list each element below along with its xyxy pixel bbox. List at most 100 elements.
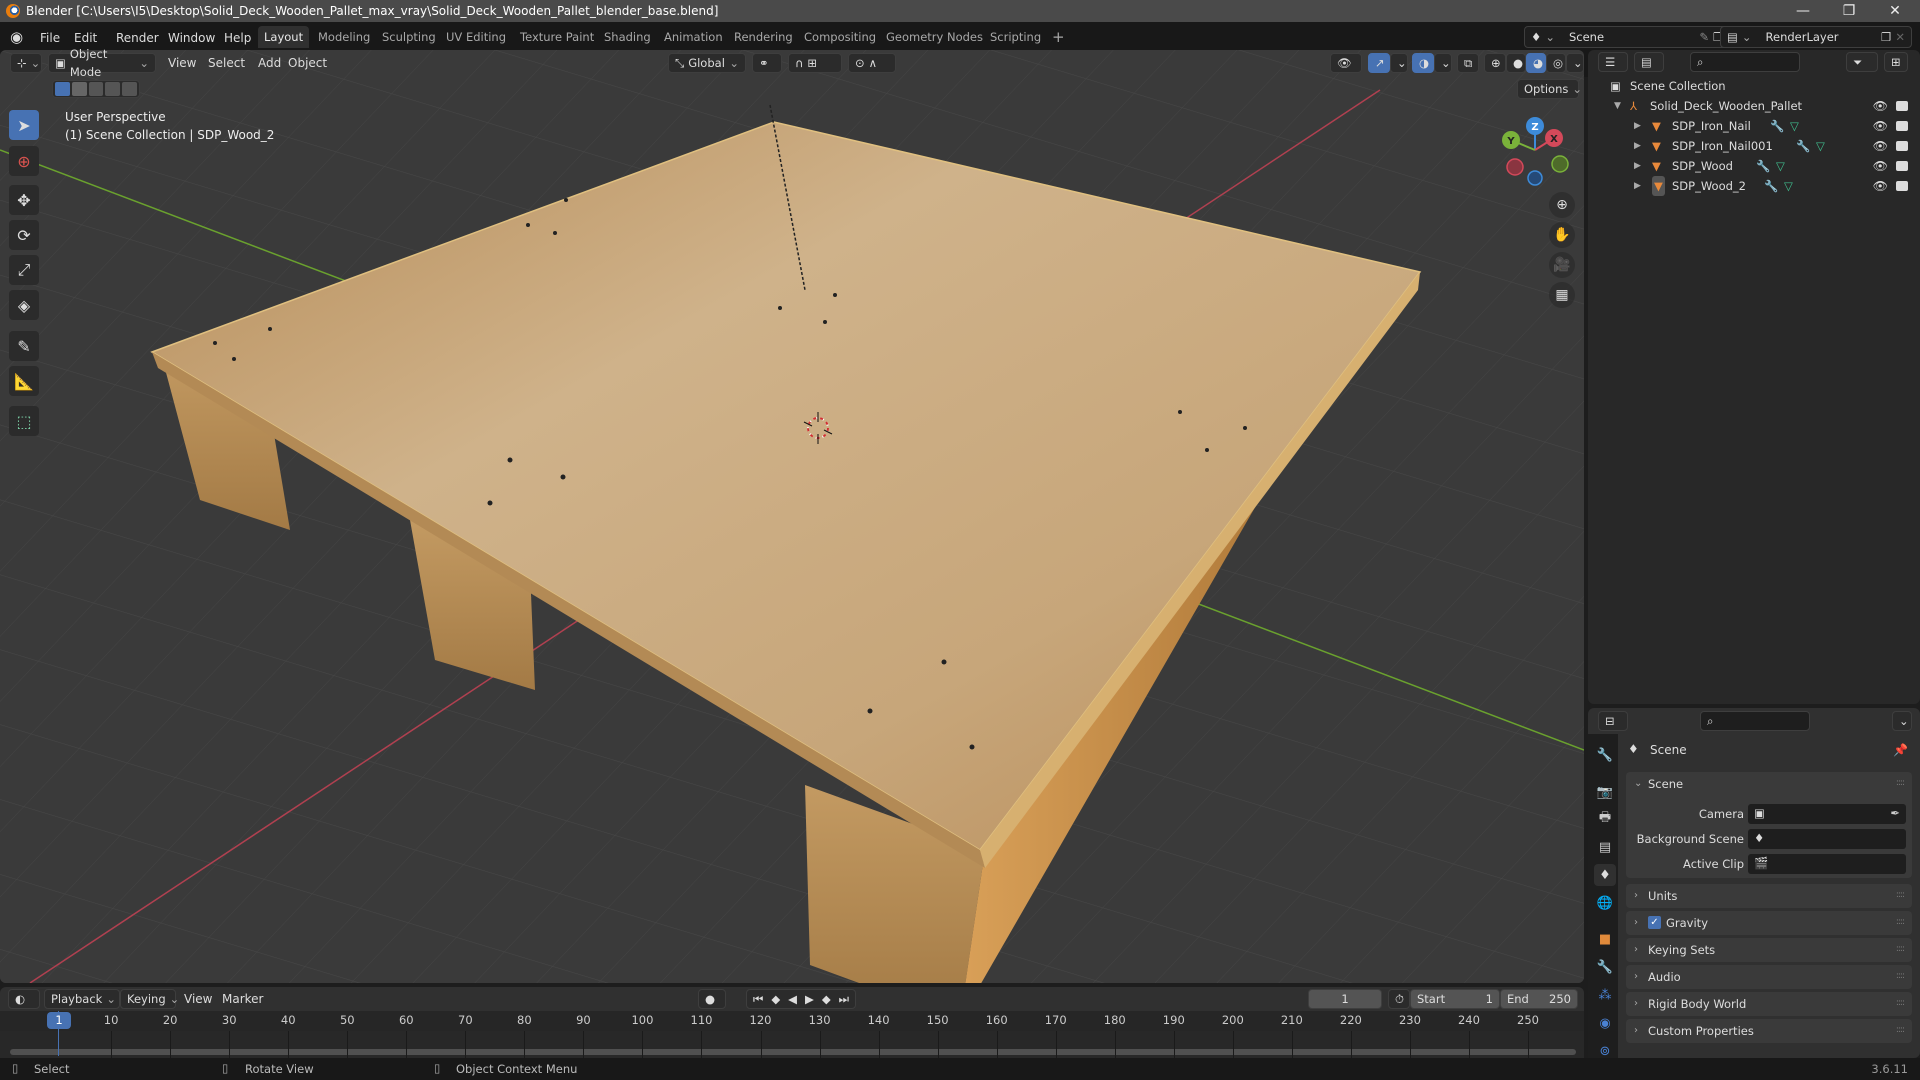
visibility-eye-icon[interactable]: 👁 [1873,96,1888,116]
delete-view-layer-icon[interactable]: ✕ [1895,28,1905,46]
properties-panel-keying-sets[interactable]: › Keying Sets:::: [1626,938,1912,962]
move-tool[interactable]: ✥ [9,185,39,215]
properties-editor-type[interactable]: ⊟ [1598,711,1628,731]
snap-toggle[interactable]: ∩ ⊞ [788,53,842,73]
modifier-wrench-icon[interactable]: 🔧 [1756,156,1770,176]
pin-icon[interactable]: ✎ [1699,28,1709,46]
visibility-eye-icon[interactable]: 👁 [1873,176,1888,196]
expand-arrow-icon[interactable]: ▶ [1634,176,1641,196]
overlays-dropdown[interactable]: ⌄ [1434,53,1452,73]
menu-window[interactable]: Window [164,28,219,48]
outliner-object-row[interactable]: ▶ ▼ SDP_Wood 🔧 ▽ 👁 [1588,156,1920,176]
zoom-view-button[interactable]: ⊕ [1549,192,1575,218]
scene-panel-title[interactable]: Scene [1648,772,1683,796]
workspace-tab-modeling[interactable]: Modeling [312,26,376,48]
navigation-gizmo[interactable]: Z X Y [1490,112,1590,192]
pin-icon[interactable]: 📌 [1893,743,1908,757]
visibility-dropdown[interactable]: 👁 [1330,53,1362,73]
select-subtract-icon[interactable] [88,82,104,96]
timeline-scrollbar[interactable] [10,1049,1576,1055]
workspace-tab-sculpting[interactable]: Sculpting [376,26,442,48]
proportional-editing-toggle[interactable]: ⊙ ∧ [848,53,896,73]
measure-tool[interactable]: 📐 [9,366,39,396]
output-tab[interactable]: 🖶 [1594,808,1616,830]
visibility-eye-icon[interactable]: 👁 [1873,156,1888,176]
render-camera-icon[interactable] [1896,181,1908,191]
panel-drag-handle[interactable]: :::: [1896,1019,1905,1041]
panel-expanded-chevron-icon[interactable]: ⌄ [1634,772,1642,796]
rotate-tool[interactable]: ⟳ [9,220,39,250]
panel-drag-handle[interactable]: :::: [1896,911,1905,933]
play-reverse-icon[interactable]: ◀ [788,990,797,1008]
render-camera-icon[interactable] [1896,121,1908,131]
camera-field[interactable]: ▣ ✒ [1748,804,1906,824]
jump-start-icon[interactable]: ⏮ [753,990,763,1008]
workspace-tab-shading[interactable]: Shading [598,26,657,48]
pivot-point-dropdown[interactable]: ⚭ [752,53,782,73]
outliner-object-row[interactable]: ▶ ▼ SDP_Iron_Nail001 🔧 ▽ 👁 [1588,136,1920,156]
tool-tab[interactable]: 🔧 [1594,744,1616,766]
properties-options-dropdown[interactable]: ⌄ [1892,711,1912,731]
timeline-editor-type[interactable]: ◐ [8,989,40,1009]
options-dropdown[interactable]: Options ⌄ [1517,79,1582,99]
annotate-tool[interactable]: ✎ [9,331,39,361]
auto-keying-toggle[interactable]: ● [698,989,726,1009]
material-preview-shading-button[interactable]: ◕ [1526,53,1546,73]
expand-arrow-icon[interactable]: ▶ [1634,136,1641,156]
play-icon[interactable]: ▶ [805,990,814,1008]
cursor-tool[interactable]: ⊕ [9,146,39,176]
active-clip-field[interactable]: 🎬 [1748,854,1906,874]
panel-collapsed-chevron-icon[interactable]: › [1634,884,1638,908]
background-scene-field[interactable]: ♦ [1748,829,1906,849]
workspace-tab-animation[interactable]: Animation [658,26,729,48]
mesh-data-icon[interactable]: ▽ [1816,136,1825,156]
visibility-eye-icon[interactable]: 👁 [1873,136,1888,156]
expand-arrow-icon[interactable]: ▶ [1634,156,1641,176]
mesh-data-icon[interactable]: ▽ [1790,116,1799,136]
preview-range-toggle[interactable]: ⏱ [1388,989,1410,1009]
properties-panel-audio[interactable]: › Audio:::: [1626,965,1912,989]
scale-tool[interactable]: ⤢ [9,255,39,285]
render-camera-icon[interactable] [1896,101,1908,111]
gravity-checkbox[interactable]: ✓ [1648,916,1661,929]
outliner-editor-type[interactable]: ☰ [1598,52,1628,72]
transform-orientation-dropdown[interactable]: ⤡ Global ⌄ [668,53,746,73]
new-collection-button[interactable]: ⊞ [1884,52,1908,72]
workspace-tab-layout[interactable]: Layout [258,26,310,48]
select-intersect-icon[interactable] [122,82,137,96]
modifier-wrench-icon[interactable]: 🔧 [1764,176,1778,196]
current-frame-field[interactable]: 1 [1308,989,1382,1009]
outliner-object-row[interactable]: ▶ ▼ SDP_Wood_2 🔧 ▽ 👁 [1588,176,1920,196]
menu-render[interactable]: Render [112,28,163,48]
timeline-menu-marker[interactable]: Marker [222,989,263,1009]
render-camera-icon[interactable] [1896,161,1908,171]
world-tab[interactable]: 🌐 [1594,892,1616,914]
menu-help[interactable]: Help [220,28,255,48]
scene-tab[interactable]: ♦ [1594,864,1616,886]
close-button[interactable]: ✕ [1872,0,1918,22]
shading-dropdown[interactable]: ⌄ [1566,53,1584,73]
properties-search-input[interactable]: ⌕ [1700,711,1810,731]
gizmo-dropdown[interactable]: ⌄ [1390,53,1408,73]
view-layer-tab[interactable]: ▤ [1594,836,1616,858]
filter-dropdown[interactable]: ⏷ [1846,52,1878,72]
panel-drag-handle[interactable]: :::: [1896,938,1905,960]
playhead-frame-indicator[interactable]: 1 [47,1012,71,1029]
mesh-data-icon[interactable]: ▽ [1784,176,1793,196]
mode-dropdown[interactable]: ▣ Object Mode ⌄ [48,47,156,79]
select-extend-icon[interactable] [71,82,87,96]
viewport-menu-view[interactable]: View [168,53,196,73]
panel-drag-handle[interactable]: :::: [1896,884,1905,906]
display-mode-dropdown[interactable]: ▤ [1634,52,1664,72]
outliner-object-row[interactable]: ▶ ▼ SDP_Iron_Nail 🔧 ▽ 👁 [1588,116,1920,136]
outliner-search-input[interactable]: ⌕ [1690,52,1800,72]
workspace-tab-uv-editing[interactable]: UV Editing [440,26,512,48]
panel-drag-handle[interactable]: :::: [1896,992,1905,1014]
view-layer-selector[interactable]: ▤ ⌄ RenderLayer ❐ ✕ [1720,26,1912,48]
workspace-tab-rendering[interactable]: Rendering [728,26,799,48]
3d-viewport[interactable] [0,50,1584,983]
timeline-menu-keying[interactable]: Keying ⌄ [120,989,179,1009]
modifiers-tab[interactable]: 🔧 [1594,956,1616,978]
workspace-tab-compositing[interactable]: Compositing [798,26,882,48]
viewport-menu-select[interactable]: Select [208,53,245,73]
